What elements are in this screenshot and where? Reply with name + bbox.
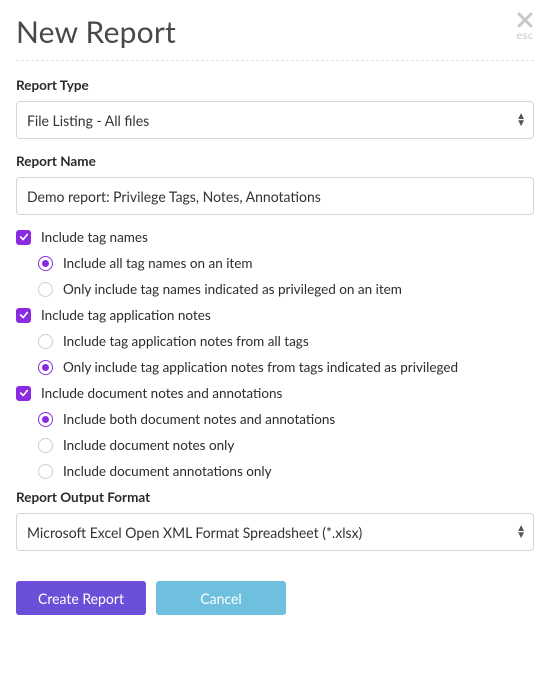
tag-notes-opt-priv-label: Only include tag application notes from … — [63, 359, 458, 375]
include-doc-notes-block: Include document notes and annotations I… — [16, 385, 534, 479]
doc-notes-opt-both[interactable]: Include both document notes and annotati… — [16, 411, 534, 427]
report-name-input[interactable] — [16, 177, 534, 215]
esc-label: esc — [516, 30, 534, 41]
output-format-group: Report Output Format Microsoft Excel Ope… — [16, 489, 534, 551]
report-type-label: Report Type — [16, 77, 534, 93]
include-doc-notes-label: Include document notes and annotations — [41, 385, 282, 401]
tag-notes-opt-priv[interactable]: Only include tag application notes from … — [16, 359, 534, 375]
doc-notes-opt-both-label: Include both document notes and annotati… — [63, 411, 335, 427]
doc-notes-opt-notes[interactable]: Include document notes only — [16, 437, 534, 453]
tag-notes-opt-all[interactable]: Include tag application notes from all t… — [16, 333, 534, 349]
close-button[interactable]: esc — [516, 10, 534, 41]
report-name-label: Report Name — [16, 153, 534, 169]
radio-icon — [38, 334, 53, 349]
output-format-select[interactable]: Microsoft Excel Open XML Format Spreadsh… — [16, 513, 534, 551]
output-format-label: Report Output Format — [16, 489, 534, 505]
include-tag-names-block: Include tag names Include all tag names … — [16, 229, 534, 297]
include-tag-notes-checkbox[interactable]: Include tag application notes — [16, 307, 534, 323]
include-tag-names-checkbox[interactable]: Include tag names — [16, 229, 534, 245]
radio-icon — [38, 256, 53, 271]
radio-icon — [38, 412, 53, 427]
modal-footer: Create Report Cancel — [16, 581, 534, 615]
checkbox-icon — [16, 386, 31, 401]
report-name-group: Report Name — [16, 153, 534, 215]
tag-names-opt-all[interactable]: Include all tag names on an item — [16, 255, 534, 271]
include-tag-names-label: Include tag names — [41, 229, 148, 245]
radio-icon — [38, 360, 53, 375]
doc-notes-opt-ann[interactable]: Include document annotations only — [16, 463, 534, 479]
tag-names-opt-priv[interactable]: Only include tag names indicated as priv… — [16, 281, 534, 297]
include-tag-notes-block: Include tag application notes Include ta… — [16, 307, 534, 375]
radio-icon — [38, 464, 53, 479]
new-report-modal: New Report esc Report Type File Listing … — [0, 0, 550, 631]
report-type-select[interactable]: File Listing - All files — [16, 101, 534, 139]
tag-names-opt-all-label: Include all tag names on an item — [63, 255, 252, 271]
tag-names-opt-priv-label: Only include tag names indicated as priv… — [63, 281, 402, 297]
include-doc-notes-checkbox[interactable]: Include document notes and annotations — [16, 385, 534, 401]
checkbox-icon — [16, 230, 31, 245]
include-tag-notes-label: Include tag application notes — [41, 307, 211, 323]
report-type-group: Report Type File Listing - All files ▲▼ — [16, 77, 534, 139]
create-report-button[interactable]: Create Report — [16, 581, 146, 615]
doc-notes-opt-notes-label: Include document notes only — [63, 437, 234, 453]
modal-header: New Report esc — [16, 14, 534, 61]
cancel-button[interactable]: Cancel — [156, 581, 286, 615]
modal-title: New Report — [16, 14, 176, 50]
tag-notes-opt-all-label: Include tag application notes from all t… — [63, 333, 309, 349]
doc-notes-opt-ann-label: Include document annotations only — [63, 463, 272, 479]
radio-icon — [38, 282, 53, 297]
radio-icon — [38, 438, 53, 453]
checkbox-icon — [16, 308, 31, 323]
